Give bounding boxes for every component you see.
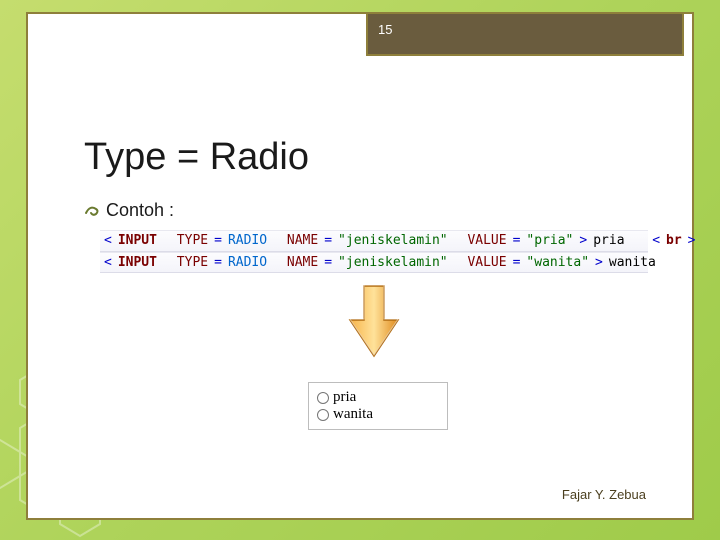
radio-label: pria [333,389,356,406]
code-line-1: <INPUT TYPE=RADIO NAME="jeniskelamin" VA… [100,230,648,252]
swirl-bullet-icon [84,203,100,219]
bullet-contoh: Contoh : [84,200,174,221]
radio-option-wanita[interactable]: wanita [317,406,439,423]
page-number-badge: 15 [366,12,684,56]
down-arrow-icon [342,282,406,362]
radio-input-pria[interactable] [317,392,329,404]
bullet-label: Contoh : [106,200,174,221]
rendered-result: pria wanita [308,382,448,430]
code-example: <INPUT TYPE=RADIO NAME="jeniskelamin" VA… [100,230,648,273]
radio-option-pria[interactable]: pria [317,389,439,406]
content-frame: 15 Type = Radio Contoh : <INPUT TYPE=RAD… [26,12,694,520]
page-number: 15 [378,22,392,37]
code-line-2: <INPUT TYPE=RADIO NAME="jeniskelamin" VA… [100,252,648,274]
slide-title: Type = Radio [84,136,309,179]
slide-stage: 15 Type = Radio Contoh : <INPUT TYPE=RAD… [0,0,720,540]
radio-label: wanita [333,406,373,423]
radio-input-wanita[interactable] [317,409,329,421]
footer-author: Fajar Y. Zebua [562,487,646,502]
